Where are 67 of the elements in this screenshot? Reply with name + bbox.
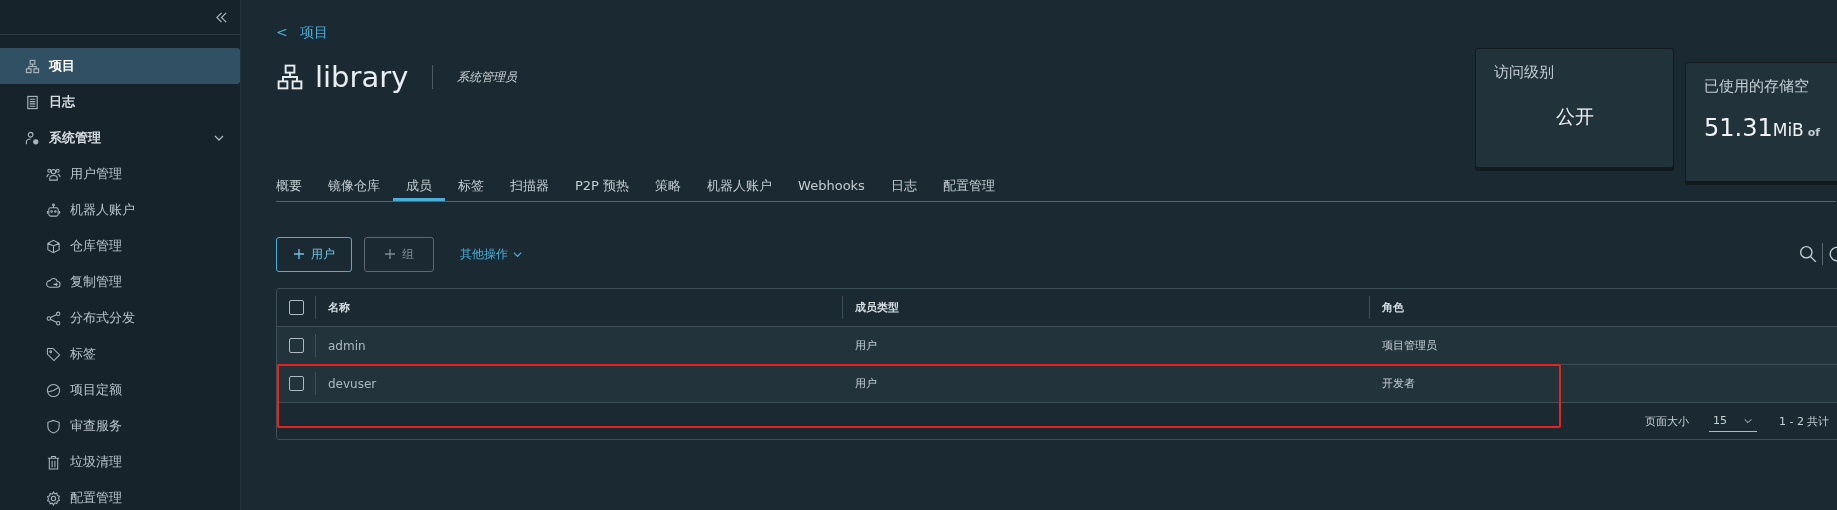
nav-item[interactable]: 机器人账户 bbox=[0, 192, 240, 228]
column-header: 角色 bbox=[1369, 296, 1837, 319]
tab[interactable]: 策略 bbox=[642, 170, 695, 201]
page-size-label: 页面大小 bbox=[1645, 413, 1689, 429]
table-cell-text: 开发者 bbox=[1381, 376, 1416, 392]
nav-item[interactable]: 用户管理 bbox=[0, 156, 240, 192]
nav-item[interactable]: 复制管理 bbox=[0, 264, 240, 300]
select-all-checkbox[interactable] bbox=[288, 300, 304, 315]
storage-unit: MiB bbox=[1772, 120, 1804, 140]
collapse-icon[interactable] bbox=[215, 10, 228, 24]
user-gear-icon bbox=[25, 130, 40, 146]
role-label: 系统管理员 bbox=[457, 68, 518, 86]
nav-item[interactable]: 日志 bbox=[0, 84, 240, 120]
table-cell: admin bbox=[315, 334, 842, 357]
tab[interactable]: 标签 bbox=[445, 170, 497, 201]
storage-of: of bbox=[1807, 126, 1821, 139]
page-size-select[interactable]: 15 bbox=[1709, 410, 1757, 432]
users-icon bbox=[46, 166, 61, 182]
nav-item[interactable]: 项目定额 bbox=[0, 372, 240, 408]
nav-item[interactable]: 标签 bbox=[0, 336, 240, 372]
nav-item[interactable]: 配置管理 bbox=[0, 480, 240, 510]
plus-icon bbox=[384, 248, 396, 260]
tab[interactable]: 配置管理 bbox=[929, 170, 1008, 201]
hierarchy-icon bbox=[276, 63, 304, 91]
nav-item[interactable]: 系统管理 bbox=[0, 120, 240, 156]
share-icon bbox=[46, 310, 61, 326]
plus-icon bbox=[293, 248, 305, 260]
project-name: library bbox=[315, 60, 409, 94]
card-title: 访问级别 bbox=[1494, 63, 1555, 82]
table-cell: devuser bbox=[315, 372, 842, 395]
tab[interactable]: 概要 bbox=[276, 170, 315, 201]
row-checkbox[interactable] bbox=[288, 338, 304, 353]
shield-icon bbox=[46, 418, 61, 434]
column-header: 名称 bbox=[315, 296, 842, 319]
hierarchy-icon bbox=[25, 58, 40, 74]
table-cell-text: 项目管理员 bbox=[1381, 338, 1438, 354]
nav-item[interactable]: 垃圾清理 bbox=[0, 444, 240, 480]
tab[interactable]: 扫描器 bbox=[497, 170, 562, 201]
tab[interactable]: 成员 bbox=[393, 170, 445, 201]
tab[interactable]: Webhooks bbox=[785, 170, 878, 201]
card-value: 公开 bbox=[1555, 104, 1594, 129]
tab[interactable]: 日志 bbox=[877, 170, 930, 201]
settings-icon bbox=[46, 490, 61, 506]
search-icon[interactable] bbox=[1799, 245, 1817, 263]
trash-icon bbox=[46, 454, 61, 470]
table-cell-text: 用户 bbox=[854, 376, 878, 392]
nav-item[interactable]: 项目 bbox=[0, 48, 240, 84]
add-button[interactable]: 用户 bbox=[276, 236, 352, 272]
breadcrumb-link[interactable]: < 项目 bbox=[276, 24, 1475, 42]
pagination-range: 1 - 2 共计 bbox=[1779, 413, 1830, 429]
card-title: 已使用的存储空 bbox=[1704, 77, 1809, 96]
more-actions-dropdown[interactable]: 其他操作 bbox=[454, 244, 529, 264]
storage-value: 51.31 bbox=[1704, 114, 1773, 142]
tab[interactable]: 镜像仓库 bbox=[315, 170, 393, 201]
tab[interactable]: P2P 预热 bbox=[562, 170, 643, 201]
nav-item[interactable]: 审查服务 bbox=[0, 408, 240, 444]
nav-item[interactable]: 分布式分发 bbox=[0, 300, 240, 336]
robot-icon bbox=[46, 202, 61, 218]
document-icon bbox=[25, 94, 40, 110]
row-checkbox[interactable] bbox=[288, 376, 304, 391]
gauge-icon bbox=[46, 382, 61, 398]
nav-item[interactable]: 仓库管理 bbox=[0, 228, 240, 264]
cube-icon bbox=[46, 238, 61, 254]
tab[interactable]: 机器人账户 bbox=[694, 170, 786, 201]
column-header: 成员类型 bbox=[842, 296, 1369, 319]
tag-icon bbox=[46, 346, 61, 362]
table-cell-text: 用户 bbox=[854, 338, 878, 354]
